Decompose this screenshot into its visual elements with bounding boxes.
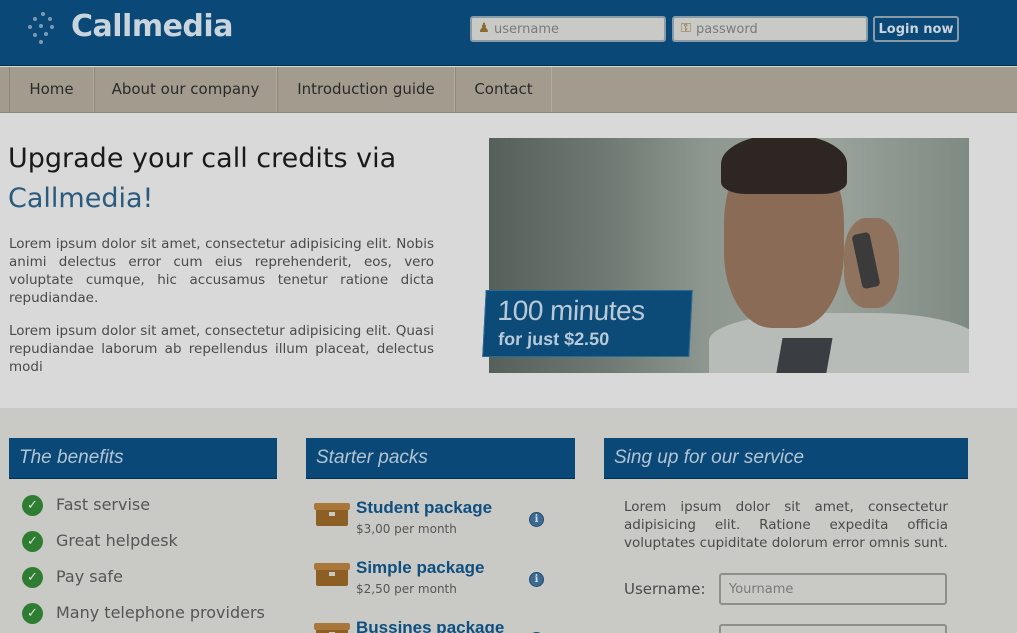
package-box-icon (314, 503, 350, 526)
package-item: Bussines package i (314, 618, 556, 633)
hero-section: Upgrade your call credits via Callmedia!… (0, 113, 1017, 408)
hero-title-line2: Callmedia! (8, 183, 154, 214)
hero-title-line1: Upgrade your call credits via (8, 143, 397, 174)
key-icon: ⚿ (681, 21, 691, 36)
benefit-label: Many telephone providers (56, 603, 265, 622)
username-input[interactable] (494, 18, 662, 40)
package-box-icon (314, 563, 350, 586)
nav-item-home[interactable]: Home (9, 67, 94, 112)
promo-title: 100 minutes (496, 295, 646, 326)
logo-text[interactable]: Callmedia (71, 9, 233, 44)
signup-heading-bar: Sing up for our service (604, 438, 968, 479)
signup-next-input[interactable] (719, 624, 947, 633)
info-icon[interactable]: i (529, 572, 544, 587)
package-name[interactable]: Student package (356, 498, 492, 518)
content-section: The benefits ✓ Fast servise ✓ Great help… (0, 408, 1017, 633)
starter-heading: Starter packs (316, 447, 428, 468)
package-name[interactable]: Simple package (356, 558, 485, 578)
promo-subtitle: for just $2.50 (497, 329, 610, 349)
top-header: Callmedia ♟ ⚿ Login now (0, 0, 1017, 66)
promo-banner: 100 minutes for just $2.50 (482, 290, 693, 357)
signup-username-input[interactable] (719, 573, 947, 605)
nav-item-guide[interactable]: Introduction guide (277, 67, 455, 112)
check-icon: ✓ (22, 495, 43, 516)
username-label: Username: (624, 580, 706, 598)
package-box-icon (314, 623, 350, 633)
hero-title: Upgrade your call credits via Callmedia! (8, 139, 396, 219)
signup-heading: Sing up for our service (614, 447, 805, 468)
starter-heading-bar: Starter packs (306, 438, 575, 479)
check-icon: ✓ (22, 603, 43, 624)
password-field[interactable]: ⚿ (672, 16, 868, 42)
logo-dots-icon (28, 12, 58, 46)
password-input[interactable] (696, 18, 864, 40)
signup-text: Lorem ipsum dolor sit amet, consectetur … (624, 499, 948, 551)
package-price: $3,00 per month (356, 522, 457, 536)
benefit-label: Fast servise (56, 495, 151, 514)
info-icon[interactable]: i (529, 512, 544, 527)
nav-item-about[interactable]: About our company (94, 67, 277, 112)
benefits-heading: The benefits (19, 447, 124, 468)
login-button[interactable]: Login now (873, 16, 959, 42)
package-price: $2,50 per month (356, 582, 457, 596)
benefit-label: Great helpdesk (56, 531, 178, 550)
check-icon: ✓ (22, 531, 43, 552)
benefits-heading-bar: The benefits (9, 438, 277, 479)
check-icon: ✓ (22, 567, 43, 588)
package-item: Simple package $2,50 per month i (314, 558, 556, 602)
hero-paragraph-2: Lorem ipsum dolor sit amet, consectetur … (9, 323, 434, 375)
nav-item-contact[interactable]: Contact (455, 67, 552, 112)
username-field[interactable]: ♟ (470, 16, 666, 42)
user-icon: ♟ (478, 21, 490, 36)
package-item: Student package $3,00 per month i (314, 498, 556, 542)
main-nav: Home About our company Introduction guid… (0, 67, 1017, 113)
package-name[interactable]: Bussines package (356, 618, 504, 633)
hero-paragraph-1: Lorem ipsum dolor sit amet, consectetur … (9, 236, 434, 306)
benefit-label: Pay safe (56, 567, 123, 586)
